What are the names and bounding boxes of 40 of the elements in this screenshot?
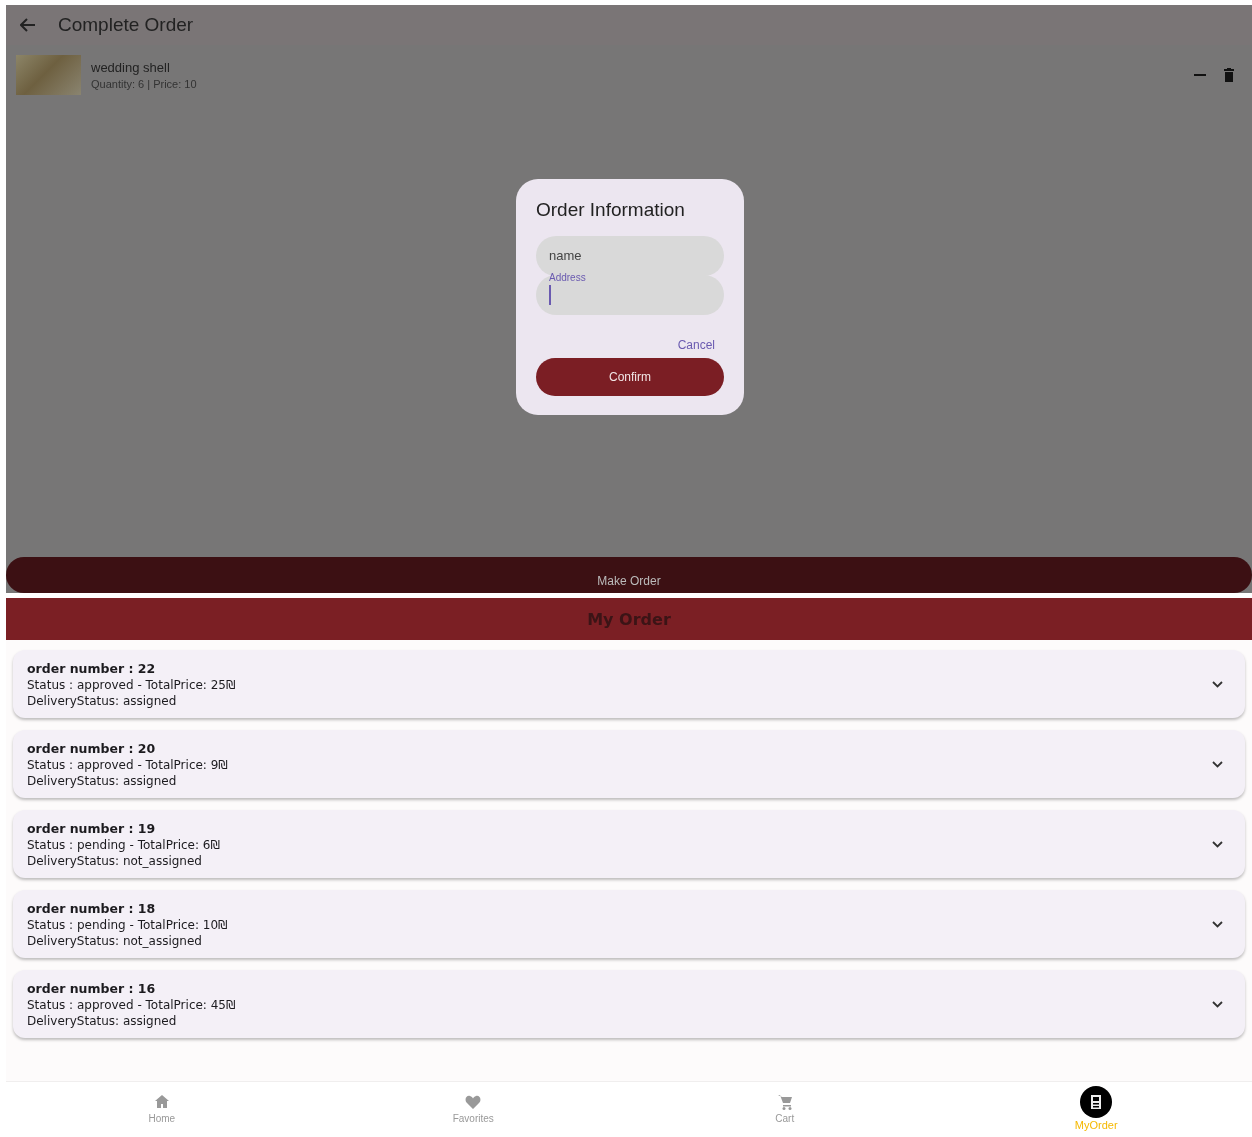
chevron-down-icon[interactable] (1212, 680, 1223, 688)
product-details: Quantity: 6 | Price: 10 (91, 78, 198, 90)
order-card[interactable]: order number : 16 Status : approved - TotalPrice: 45₪ DeliveryStatus: assigned (13, 970, 1245, 1038)
delivery-status: DeliveryStatus: not_assigned (27, 933, 203, 948)
screen-title: Complete Order (58, 14, 194, 36)
chevron-down-icon[interactable] (1212, 920, 1223, 928)
order-card[interactable]: order number : 19 Status : pending - TotalPrice: 6₪ DeliveryStatus: not_assigned (13, 810, 1245, 878)
delivery-status: DeliveryStatus: assigned (27, 693, 178, 708)
cancel-button[interactable]: Cancel (677, 338, 724, 352)
product-name: wedding shell (91, 60, 171, 75)
order-number: order number : 18 (27, 900, 157, 916)
back-arrow-icon[interactable] (20, 18, 36, 32)
delivery-status: DeliveryStatus: assigned (27, 773, 178, 788)
delivery-status: DeliveryStatus: not_assigned (27, 853, 203, 868)
order-status: Status : approved - TotalPrice: 25₪ (27, 677, 237, 692)
chevron-down-icon[interactable] (1212, 840, 1223, 848)
order-card[interactable]: order number : 22 Status : approved - TotalPrice: 25₪ DeliveryStatus: assigned (13, 650, 1245, 718)
confirm-button[interactable]: Confirm (536, 358, 724, 396)
screen-title: My Order (587, 609, 671, 629)
heart-icon (465, 1094, 482, 1110)
order-number: order number : 22 (27, 660, 157, 676)
text-field[interactable]: Address (536, 275, 724, 315)
order-status: Status : pending - TotalPrice: 6₪ (27, 837, 221, 852)
make-order-button[interactable]: Make Order (6, 557, 1252, 593)
order-card[interactable]: order number : 18 Status : pending - TotalPrice: 10₪ DeliveryStatus: not_assigned (13, 890, 1245, 958)
product-photo-placeholder (16, 55, 81, 95)
order-status: Status : approved - TotalPrice: 45₪ (27, 997, 237, 1012)
order-card[interactable]: order number : 20 Status : approved - TotalPrice: 9₪ DeliveryStatus: assigned (13, 730, 1245, 798)
chevron-down-icon[interactable] (1212, 760, 1223, 768)
home-icon (153, 1094, 170, 1110)
cart-icon (776, 1094, 793, 1110)
delivery-status: DeliveryStatus: assigned (27, 1013, 178, 1028)
chevron-down-icon[interactable] (1212, 1000, 1223, 1008)
order-number: order number : 20 (27, 740, 157, 756)
order-number: order number : 16 (27, 980, 157, 996)
dialog-title: Order Information (536, 199, 686, 221)
trash-icon[interactable] (1224, 68, 1234, 82)
order-status: Status : approved - TotalPrice: 9₪ (27, 757, 229, 772)
order-number: order number : 19 (27, 820, 157, 836)
order-status: Status : pending - TotalPrice: 10₪ (27, 917, 229, 932)
